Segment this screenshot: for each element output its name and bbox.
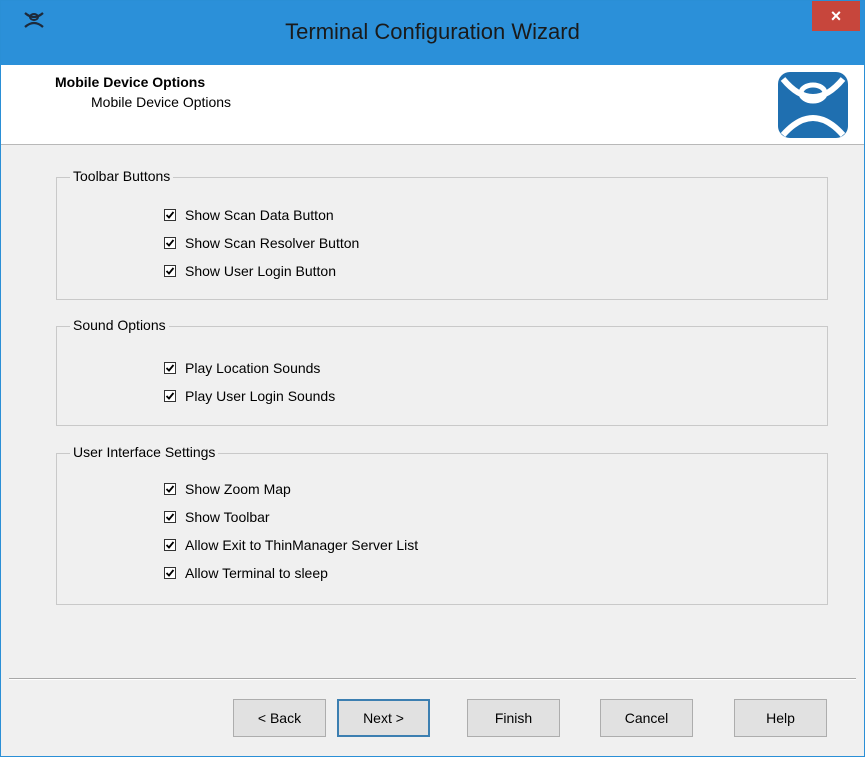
checkbox-box[interactable]: [164, 567, 176, 579]
cancel-button[interactable]: Cancel: [600, 699, 693, 737]
checkbox-box[interactable]: [164, 511, 176, 523]
checkbox-label: Allow Terminal to sleep: [185, 565, 328, 581]
checkbox-box[interactable]: [164, 483, 176, 495]
wizard-window: Terminal Configuration Wizard × Mobile D…: [0, 0, 865, 757]
show-toolbar-checkbox[interactable]: Show Toolbar: [164, 508, 270, 526]
show-zoom-map-checkbox[interactable]: Show Zoom Map: [164, 480, 291, 498]
checkbox-label: Show Toolbar: [185, 509, 270, 525]
wizard-header: Mobile Device Options Mobile Device Opti…: [1, 65, 864, 145]
finish-button[interactable]: Finish: [467, 699, 560, 737]
checkmark-icon: [165, 267, 175, 275]
page-title: Mobile Device Options: [55, 74, 206, 90]
title-bar[interactable]: Terminal Configuration Wizard ×: [1, 1, 864, 65]
toolbar-buttons-group: Toolbar Buttons Show Scan Data Button Sh…: [56, 168, 828, 300]
checkbox-label: Play User Login Sounds: [185, 388, 336, 404]
group-legend: User Interface Settings: [70, 444, 219, 460]
checkmark-icon: [165, 569, 175, 577]
checkbox-box[interactable]: [164, 390, 176, 402]
help-button[interactable]: Help: [734, 699, 827, 737]
checkmark-icon: [165, 513, 175, 521]
allow-exit-to-server-list-checkbox[interactable]: Allow Exit to ThinManager Server List: [164, 536, 418, 554]
user-interface-settings-group: User Interface Settings Show Zoom Map Sh…: [56, 444, 828, 605]
window-title: Terminal Configuration Wizard: [285, 19, 580, 44]
footer-separator: [9, 678, 856, 680]
checkbox-box[interactable]: [164, 362, 176, 374]
close-icon: ×: [830, 6, 842, 26]
play-user-login-sounds-checkbox[interactable]: Play User Login Sounds: [164, 387, 335, 405]
checkbox-label: Show Zoom Map: [185, 481, 291, 497]
sound-options-group: Sound Options Play Location Sounds Play …: [56, 317, 828, 426]
checkmark-icon: [165, 364, 175, 372]
close-button[interactable]: ×: [812, 1, 860, 31]
show-user-login-button-checkbox[interactable]: Show User Login Button: [164, 262, 336, 280]
checkbox-box[interactable]: [164, 265, 176, 277]
checkbox-box[interactable]: [164, 237, 176, 249]
thinmanager-logo-icon: [778, 72, 848, 138]
allow-terminal-to-sleep-checkbox[interactable]: Allow Terminal to sleep: [164, 564, 328, 582]
checkbox-label: Show Scan Resolver Button: [185, 235, 360, 251]
checkbox-label: Show User Login Button: [185, 263, 336, 279]
play-location-sounds-checkbox[interactable]: Play Location Sounds: [164, 359, 320, 377]
checkbox-box[interactable]: [164, 539, 176, 551]
next-button[interactable]: Next >: [337, 699, 430, 737]
checkbox-label: Allow Exit to ThinManager Server List: [185, 537, 419, 553]
page-subtitle: Mobile Device Options: [91, 94, 232, 110]
checkbox-label: Play Location Sounds: [185, 360, 321, 376]
checkbox-box[interactable]: [164, 209, 176, 221]
checkmark-icon: [165, 211, 175, 219]
checkbox-label: Show Scan Data Button: [185, 207, 334, 223]
checkmark-icon: [165, 485, 175, 493]
group-legend: Toolbar Buttons: [70, 168, 174, 184]
show-scan-resolver-button-checkbox[interactable]: Show Scan Resolver Button: [164, 234, 359, 252]
checkmark-icon: [165, 392, 175, 400]
checkmark-icon: [165, 541, 175, 549]
back-button[interactable]: < Back: [233, 699, 326, 737]
checkmark-icon: [165, 239, 175, 247]
show-scan-data-button-checkbox[interactable]: Show Scan Data Button: [164, 206, 334, 224]
group-legend: Sound Options: [70, 317, 169, 333]
